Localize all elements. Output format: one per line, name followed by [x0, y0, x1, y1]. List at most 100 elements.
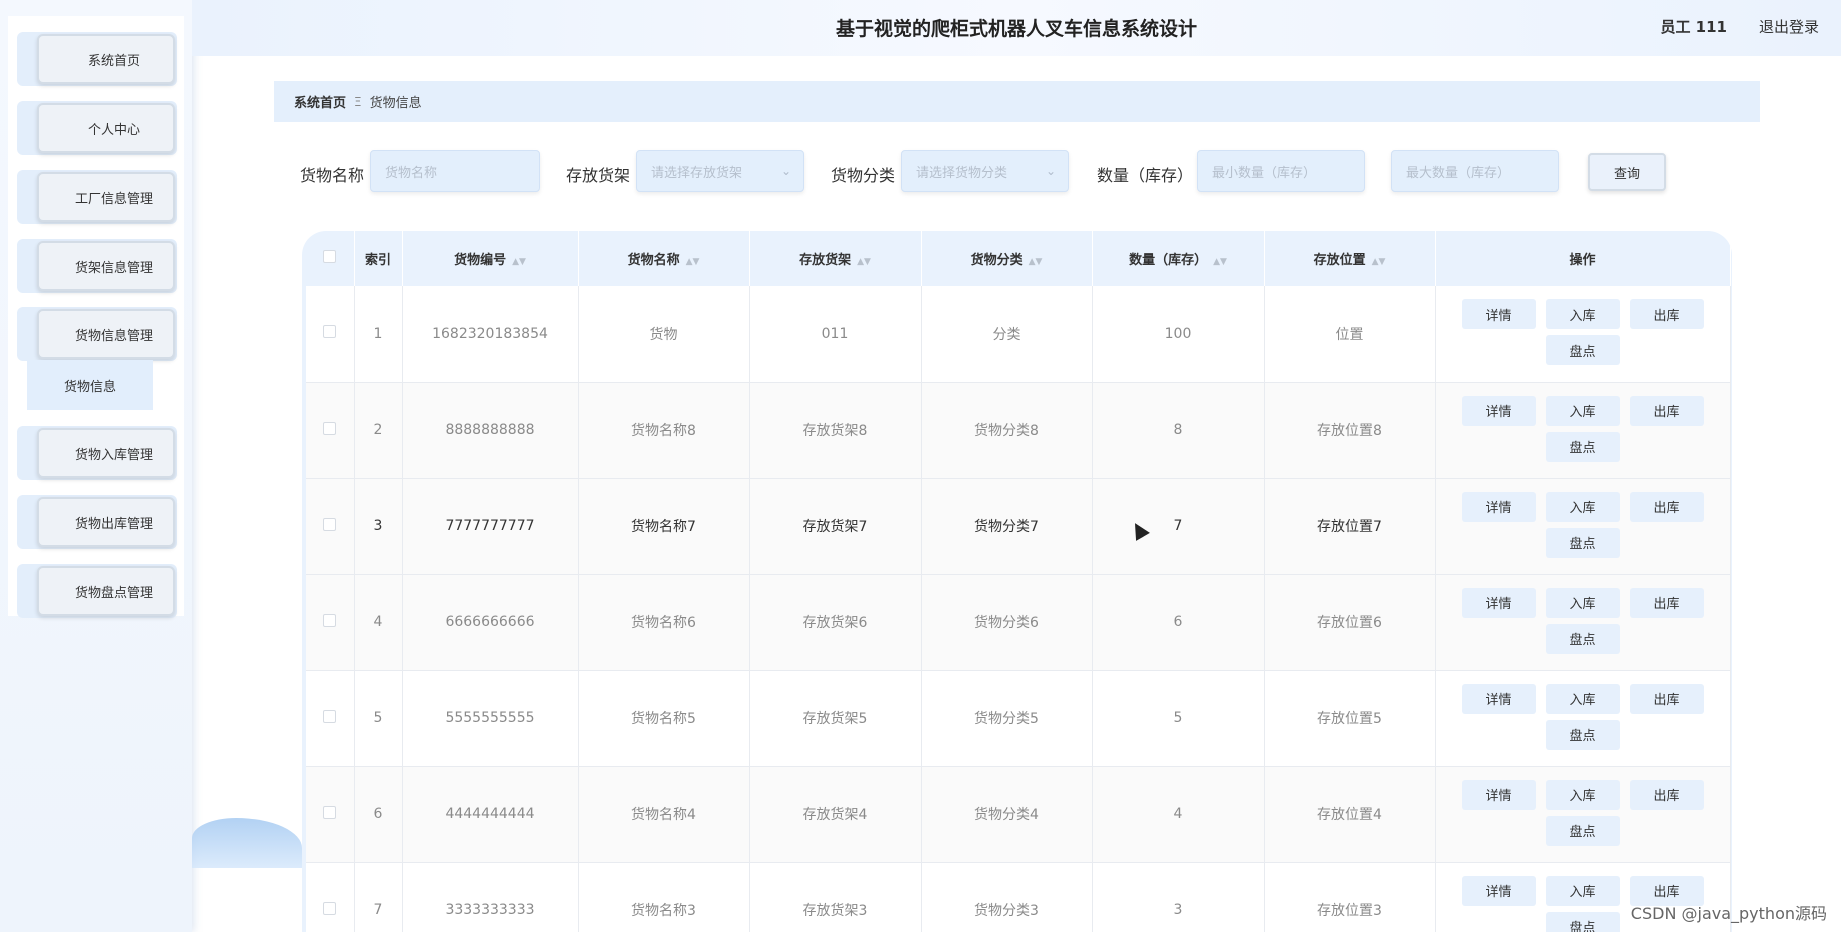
row-select-cell [306, 382, 355, 479]
cell-name: 货物名称8 [578, 382, 750, 479]
table-header-row: 索引 货物编号 ▲▼ 货物名称 ▲▼ 存放货架 ▲▼ 货物分类 ▲▼ 数量（库存） ▲▼ … [306, 231, 1731, 286]
row-checkbox[interactable] [323, 805, 337, 819]
inbound-button[interactable]: 入库 [1545, 395, 1620, 426]
sort-icon[interactable]: ▲▼ [686, 257, 700, 267]
sort-icon[interactable]: ▲▼ [857, 257, 871, 267]
detail-button[interactable]: 详情 [1461, 779, 1536, 810]
cell-code: 3333333333 [402, 862, 579, 932]
cell-qty: 7 [1092, 478, 1265, 575]
inbound-button[interactable]: 入库 [1545, 299, 1620, 329]
sidebar-item-personal-button[interactable]: 个人中心 [37, 103, 175, 153]
min-quantity-input[interactable]: 最小数量（库存） [1197, 150, 1365, 192]
sidebar-subitem-goods-info[interactable]: 货物信息 [27, 360, 153, 410]
cell-index: 2 [354, 382, 403, 479]
cell-category: 分类 [921, 286, 1093, 383]
cell-category: 货物分类6 [921, 574, 1093, 671]
sidebar-item-home-button[interactable]: 系统首页 [37, 34, 175, 84]
sidebar-item-shelf-button[interactable]: 货架信息管理 [37, 241, 175, 291]
stocktake-button[interactable]: 盘点 [1545, 911, 1620, 932]
page-title: 基于视觉的爬柜式机器人叉车信息系统设计 [835, 18, 1197, 40]
row-checkbox[interactable] [323, 325, 337, 339]
column-header-location[interactable]: 存放位置 ▲▼ [1264, 231, 1436, 286]
sort-icon[interactable]: ▲▼ [512, 257, 526, 267]
select-all-checkbox[interactable] [323, 250, 337, 263]
goods-table: 索引 货物编号 ▲▼ 货物名称 ▲▼ 存放货架 ▲▼ 货物分类 ▲▼ 数量（库存） ▲▼ … [306, 231, 1731, 932]
sidebar-item-inventory-button[interactable]: 货物盘点管理 [37, 566, 175, 616]
outbound-button[interactable]: 出库 [1629, 779, 1704, 810]
sidebar-item-goods-button[interactable]: 货物信息管理 [37, 309, 175, 359]
detail-button[interactable]: 详情 [1461, 587, 1536, 618]
cell-qty: 4 [1092, 766, 1265, 863]
inbound-button[interactable]: 入库 [1545, 491, 1620, 522]
row-select-cell [306, 286, 355, 383]
row-checkbox[interactable] [323, 709, 337, 723]
row-checkbox[interactable] [323, 517, 337, 531]
column-header-code-label: 货物编号 [454, 253, 507, 268]
max-quantity-input[interactable]: 最大数量（库存） [1391, 150, 1559, 192]
row-select-cell [306, 478, 355, 575]
watermark: CSDN @java_python源码 [1630, 904, 1827, 923]
detail-button[interactable]: 详情 [1461, 299, 1536, 329]
shelf-select[interactable]: 请选择存放货架 ⌄ [636, 150, 804, 192]
column-header-quantity-label: 数量（库存） [1129, 253, 1208, 268]
query-button[interactable]: 查询 [1588, 153, 1666, 191]
breadcrumb-home[interactable]: 系统首页 [294, 92, 346, 111]
stocktake-button[interactable]: 盘点 [1545, 431, 1620, 462]
sidebar-item-inbound: 货物入库管理 [17, 426, 177, 480]
column-header-category[interactable]: 货物分类 ▲▼ [921, 231, 1093, 286]
sort-icon[interactable]: ▲▼ [1029, 257, 1043, 267]
cell-shelf: 011 [749, 286, 922, 383]
column-header-shelf[interactable]: 存放货架 ▲▼ [749, 231, 922, 286]
goods-name-input[interactable]: 货物名称 [370, 150, 540, 192]
outbound-button[interactable]: 出库 [1629, 491, 1704, 522]
column-header-quantity[interactable]: 数量（库存） ▲▼ [1092, 231, 1265, 286]
stocktake-button[interactable]: 盘点 [1545, 527, 1620, 558]
outbound-button[interactable]: 出库 [1629, 683, 1704, 714]
sidebar-item-factory-button[interactable]: 工厂信息管理 [37, 172, 175, 222]
column-header-code[interactable]: 货物编号 ▲▼ [402, 231, 579, 286]
cell-actions: 详情 入库 出库 盘点 [1435, 286, 1731, 383]
cell-index: 1 [354, 286, 403, 383]
logout-link[interactable]: 退出登录 [1759, 16, 1819, 37]
column-header-name[interactable]: 货物名称 ▲▼ [578, 231, 750, 286]
detail-button[interactable]: 详情 [1461, 395, 1536, 426]
cell-shelf: 存放货架7 [749, 478, 922, 575]
cell-actions: 详情 入库 出库 盘点 [1435, 382, 1731, 479]
category-select[interactable]: 请选择货物分类 ⌄ [901, 150, 1069, 192]
inbound-button[interactable]: 入库 [1545, 683, 1620, 714]
sort-icon[interactable]: ▲▼ [1213, 257, 1227, 267]
stocktake-button[interactable]: 盘点 [1545, 719, 1620, 750]
outbound-button[interactable]: 出库 [1629, 587, 1704, 618]
cell-shelf: 存放货架4 [749, 766, 922, 863]
table-row: 3 7777777777 货物名称7 存放货架7 货物分类7 7 存放位置7 详情 入库 出… [306, 478, 1731, 575]
cell-location: 存放位置8 [1264, 382, 1436, 479]
sidebar-item-outbound-button[interactable]: 货物出库管理 [37, 497, 175, 547]
column-header-shelf-label: 存放货架 [799, 253, 852, 268]
stocktake-button[interactable]: 盘点 [1545, 335, 1620, 365]
row-checkbox[interactable] [323, 613, 337, 627]
row-select-cell [306, 670, 355, 767]
shelf-label: 存放货架 [566, 166, 631, 185]
outbound-button[interactable]: 出库 [1629, 299, 1704, 329]
table-row: 2 8888888888 货物名称8 存放货架8 货物分类8 8 存放位置8 详情 入库 出… [306, 382, 1731, 479]
inbound-button[interactable]: 入库 [1545, 875, 1620, 906]
row-checkbox[interactable] [323, 421, 337, 435]
inbound-button[interactable]: 入库 [1545, 779, 1620, 810]
detail-button[interactable]: 详情 [1461, 491, 1536, 522]
breadcrumb: 系统首页 Ξ 货物信息 [274, 81, 1760, 122]
stocktake-button[interactable]: 盘点 [1545, 815, 1620, 846]
sort-icon[interactable]: ▲▼ [1372, 257, 1386, 267]
inbound-button[interactable]: 入库 [1545, 587, 1620, 618]
top-header: 基于视觉的爬柜式机器人叉车信息系统设计 员工 111 退出登录 [192, 0, 1841, 56]
cell-code: 7777777777 [402, 478, 579, 575]
outbound-button[interactable]: 出库 [1629, 395, 1704, 426]
select-all-header [306, 231, 355, 286]
sidebar-item-shelf: 货架信息管理 [17, 239, 177, 293]
stocktake-button[interactable]: 盘点 [1545, 623, 1620, 654]
sidebar-item-inbound-button[interactable]: 货物入库管理 [37, 428, 175, 478]
search-bar: 货物名称 货物名称 存放货架 请选择存放货架 ⌄ 货物分类 请选择货物分类 ⌄ … [300, 150, 1760, 192]
cell-index: 6 [354, 766, 403, 863]
row-checkbox[interactable] [323, 901, 337, 915]
detail-button[interactable]: 详情 [1461, 683, 1536, 714]
detail-button[interactable]: 详情 [1461, 875, 1536, 906]
